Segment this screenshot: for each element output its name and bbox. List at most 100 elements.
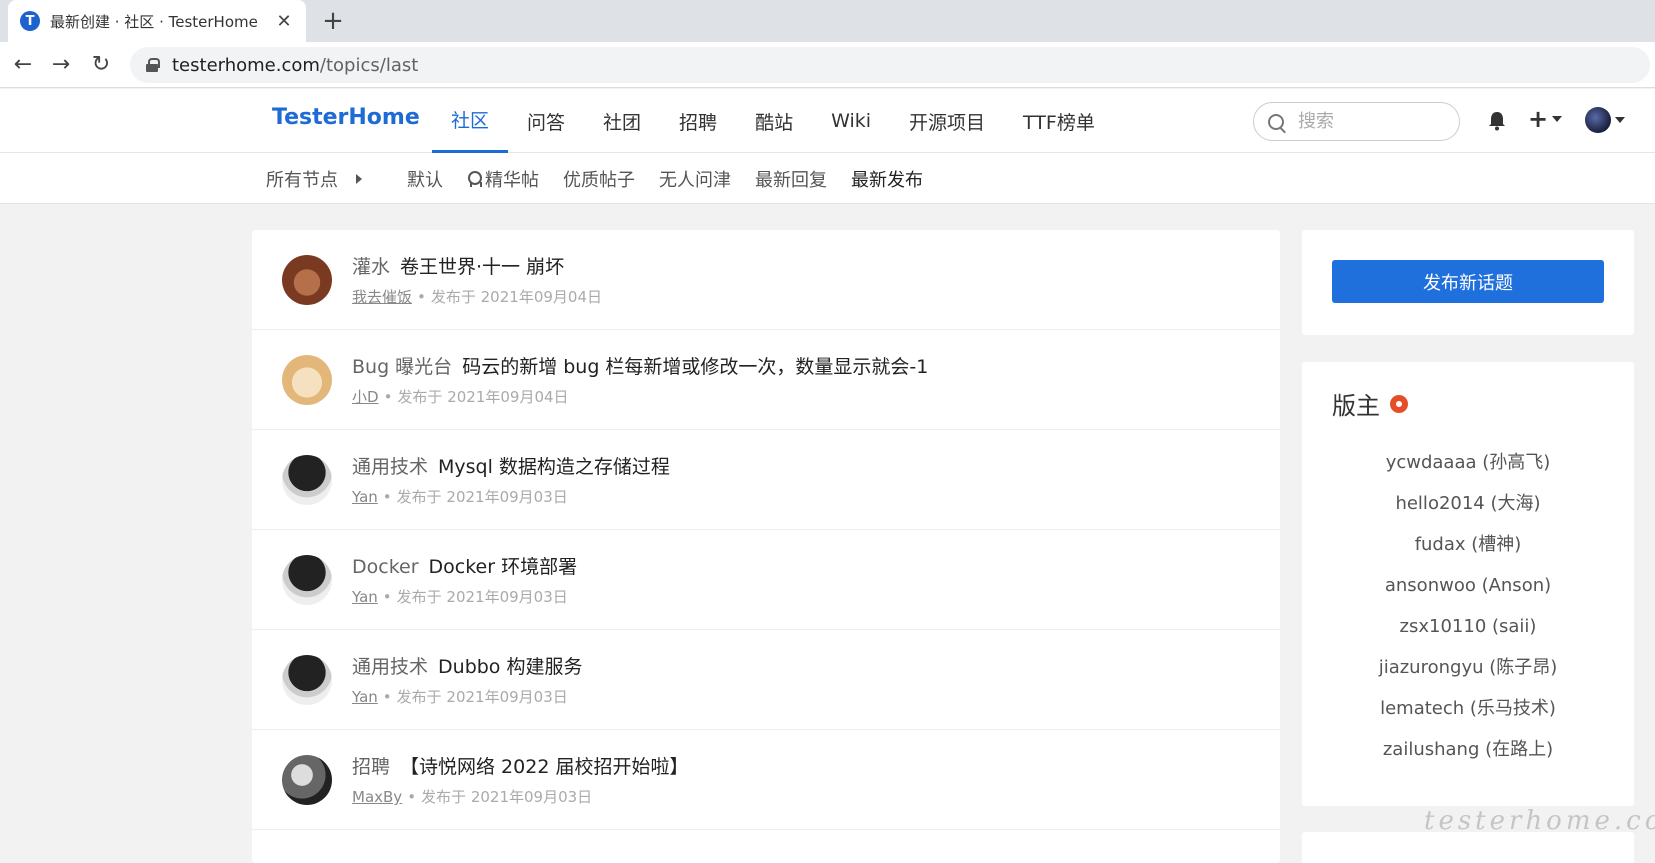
avatar[interactable] [282,555,332,605]
topic-list: 灌水 卷王世界·十一 崩坏 我去催饭 • 发布于 2021年09月04日 Bug 曝光… [252,230,1280,863]
nav-jobs[interactable]: 招聘 [660,89,736,153]
search-icon [1268,113,1284,130]
topic-author[interactable]: Yan [352,588,378,606]
topic-title[interactable]: 码云的新增 bug 栏每新增或修改一次，数量显示就会-1 [462,356,928,378]
topic-node[interactable]: 通用技术 [352,456,428,478]
avatar[interactable] [282,455,332,505]
node-selector-label: 所有节点 [266,170,338,191]
topic-author[interactable]: MaxBy [352,788,402,806]
browser-tabstrip: T 最新创建 · 社区 · TesterHome ✕ + [0,0,1655,42]
reload-icon[interactable]: ↻ [86,50,116,80]
nav-wiki[interactable]: Wiki [812,89,890,153]
topic-author[interactable]: Yan [352,488,378,506]
watermark: testerhome.com [1424,806,1655,836]
topic-published: 发布于 2021年09月04日 [397,388,569,406]
new-topic-button[interactable]: 发布新话题 [1332,260,1604,303]
moderator-link[interactable]: ansonwoo (Anson) [1302,565,1634,606]
topic-author[interactable]: 我去催饭 [352,288,412,306]
main-nav: 社区 问答 社团 招聘 酷站 Wiki 开源项目 TTF榜单 [432,89,1114,153]
topic-node[interactable]: 通用技术 [352,656,428,678]
site-header: TesterHome 社区 问答 社团 招聘 酷站 Wiki 开源项目 TTF榜… [0,89,1655,153]
moderator-link[interactable]: fudax (槽神) [1302,524,1634,565]
filter-last-created[interactable]: 最新发布 [839,166,935,192]
moderator-link[interactable]: lematech (乐马技术) [1302,688,1634,729]
filter-excellent-label: 精华帖 [485,170,539,191]
moderator-link[interactable]: zailushang (在路上) [1302,729,1634,770]
tab-title: 最新创建 · 社区 · TesterHome [50,12,258,31]
filter-last-reply[interactable]: 最新回复 [743,166,839,192]
nav-teams[interactable]: 社团 [584,89,660,153]
topic-node[interactable]: Bug 曝光台 [352,356,452,378]
meta-separator: • [383,388,393,406]
plus-icon: + [1528,105,1549,133]
nav-questions[interactable]: 问答 [508,89,584,153]
topic-node[interactable]: 招聘 [352,756,390,778]
filter-tabs: 默认 精华帖 优质帖子 无人问津 最新回复 最新发布 [395,166,935,192]
avatar[interactable] [282,755,332,805]
forward-arrow-icon[interactable]: → [46,50,76,80]
browser-tab[interactable]: T 最新创建 · 社区 · TesterHome ✕ [8,0,306,42]
avatar[interactable] [282,655,332,705]
topic-title[interactable]: 卷王世界·十一 崩坏 [400,256,564,278]
nav-community[interactable]: 社区 [432,89,509,153]
url-path: /topics/last [319,54,419,76]
award-icon [467,171,482,187]
nav-opensource[interactable]: 开源项目 [890,89,1004,153]
address-bar[interactable]: testerhome.com/topics/last [130,47,1650,83]
moderators-title: 版主 [1332,392,1380,420]
topic-published: 发布于 2021年09月04日 [430,288,602,306]
search-box[interactable] [1253,102,1460,141]
topic-title[interactable]: Dubbo 构建服务 [438,656,582,678]
nav-ttf-ranking[interactable]: TTF榜单 [1004,89,1114,153]
node-selector[interactable]: 所有节点 [266,166,362,192]
chevron-right-icon [356,174,362,184]
topic-title[interactable]: Mysql 数据构造之存储过程 [438,456,670,478]
topic-author[interactable]: Yan [352,688,378,706]
topic-row: 通用技术 Mysql 数据构造之存储过程 Yan • 发布于 2021年09月03日 [252,430,1280,530]
moderator-list: ycwdaaaa (孙高飞) hello2014 (大海) fudax (槽神)… [1302,442,1634,770]
back-arrow-icon[interactable]: ← [8,50,38,80]
new-tab-button[interactable]: + [318,6,348,36]
filter-quality[interactable]: 优质帖子 [551,166,647,192]
nav-sites[interactable]: 酷站 [736,89,812,153]
lock-icon[interactable] [146,58,160,72]
record-icon [1390,394,1408,413]
moderator-link[interactable]: hello2014 (大海) [1302,483,1634,524]
search-input[interactable] [1298,111,1438,132]
topic-published: 发布于 2021年09月03日 [421,788,593,806]
avatar [1585,107,1611,133]
topic-filter-bar: 所有节点 默认 精华帖 优质帖子 无人问津 最新回复 最新发布 [0,153,1655,204]
create-menu[interactable]: + [1528,105,1563,133]
topic-title[interactable]: 【诗悦网络 2022 届校招开始啦】 [400,756,688,778]
filter-excellent[interactable]: 精华帖 [455,166,551,192]
close-tab-icon[interactable]: ✕ [274,11,294,32]
brand-logo[interactable]: TesterHome [272,105,420,130]
filter-no-reply[interactable]: 无人问津 [647,166,743,192]
filter-default[interactable]: 默认 [395,166,455,192]
topic-published: 发布于 2021年09月03日 [396,588,568,606]
bell-icon[interactable] [1488,111,1506,131]
topic-node[interactable]: Docker [352,556,419,578]
topic-row: 通用技术 Dubbo 构建服务 Yan • 发布于 2021年09月03日 [252,630,1280,730]
meta-separator: • [382,588,392,606]
topic-row: 灌水 卷王世界·十一 崩坏 我去催饭 • 发布于 2021年09月04日 [252,230,1280,330]
meta-separator: • [407,788,417,806]
moderators-card: 版主 ycwdaaaa (孙高飞) hello2014 (大海) fudax (… [1302,362,1634,806]
meta-separator: • [417,288,426,306]
meta-separator: • [382,488,392,506]
user-menu[interactable] [1585,107,1625,133]
meta-separator: • [382,688,392,706]
avatar[interactable] [282,255,332,305]
topic-node[interactable]: 灌水 [352,256,390,278]
avatar[interactable] [282,355,332,405]
hot-nodes-card [1302,832,1634,863]
moderator-link[interactable]: ycwdaaaa (孙高飞) [1302,442,1634,483]
topic-author[interactable]: 小D [352,388,379,406]
publish-card: 发布新话题 [1302,230,1634,335]
chevron-down-icon [1552,116,1563,122]
moderator-link[interactable]: jiazurongyu (陈子昂) [1302,647,1634,688]
topic-title[interactable]: Docker 环境部署 [429,556,578,578]
topic-published: 发布于 2021年09月03日 [396,688,568,706]
chevron-down-icon [1615,117,1625,123]
moderator-link[interactable]: zsx10110 (saii) [1302,606,1634,647]
